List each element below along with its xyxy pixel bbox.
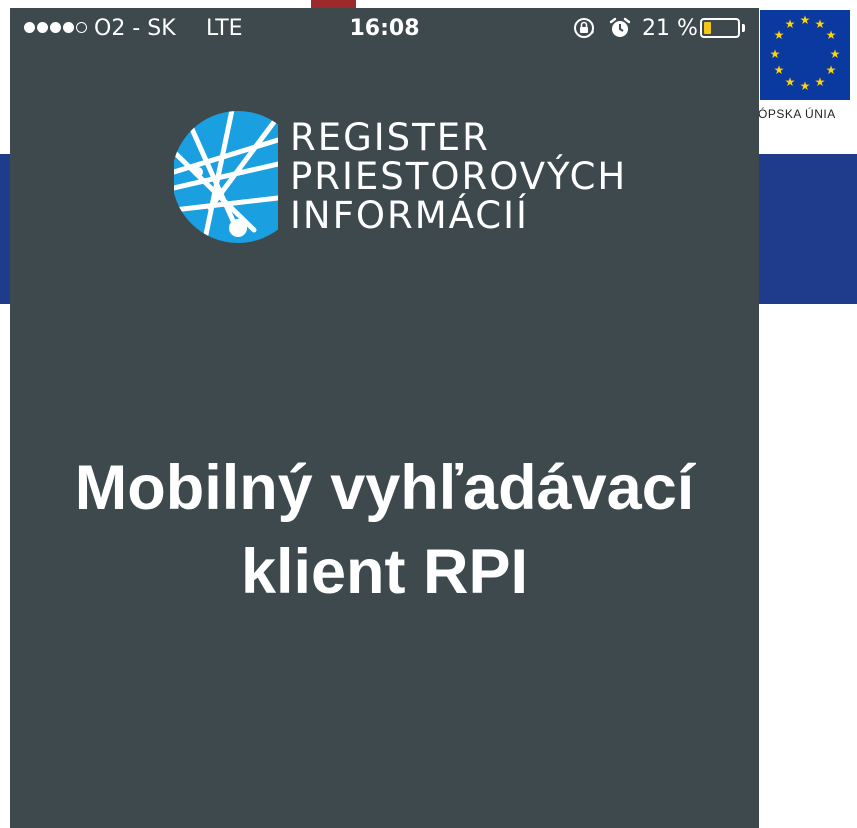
logo-line-priestorovych: PRIESTOROVÝCH (290, 155, 628, 198)
svg-text:★: ★ (815, 75, 826, 89)
svg-text:★: ★ (770, 47, 781, 61)
app-title: Mobilný vyhľadávací klient RPI (10, 446, 759, 614)
globe-network-logo-icon (174, 111, 278, 243)
app-title-line-2: klient RPI (240, 537, 529, 607)
phone-screen: O2 - SK LTE 16:08 21 % REGISTER PRIESTOR… (10, 8, 759, 828)
svg-text:★: ★ (785, 75, 796, 89)
eu-flag-icon: ★ ★ ★ ★ ★ ★ ★ ★ ★ ★ ★ ★ (760, 10, 850, 100)
svg-text:★: ★ (826, 28, 837, 42)
app-title-line-1: Mobilný vyhľadávací (74, 453, 695, 523)
svg-text:★: ★ (774, 28, 785, 42)
alarm-icon (609, 17, 631, 37)
svg-text:★: ★ (830, 47, 841, 61)
svg-text:★: ★ (774, 63, 785, 77)
svg-text:★: ★ (826, 63, 837, 77)
svg-text:★: ★ (800, 79, 811, 93)
rotation-lock-icon (574, 18, 594, 38)
logo-line-informacii: INFORMÁCIÍ (290, 194, 529, 237)
logo-line-register: REGISTER (290, 116, 490, 159)
status-bar: O2 - SK LTE 16:08 21 % (10, 8, 759, 48)
battery-percent: 21 % (642, 16, 698, 41)
battery-tip (742, 24, 745, 32)
battery-icon (700, 18, 740, 38)
eu-caption: ÓPSKA ÚNIA (758, 107, 836, 121)
svg-text:★: ★ (815, 17, 826, 31)
svg-text:★: ★ (800, 13, 811, 27)
svg-text:★: ★ (785, 17, 796, 31)
logo-wordmark: REGISTER PRIESTOROVÝCH INFORMÁCIÍ (290, 118, 627, 235)
battery-level (704, 22, 711, 34)
